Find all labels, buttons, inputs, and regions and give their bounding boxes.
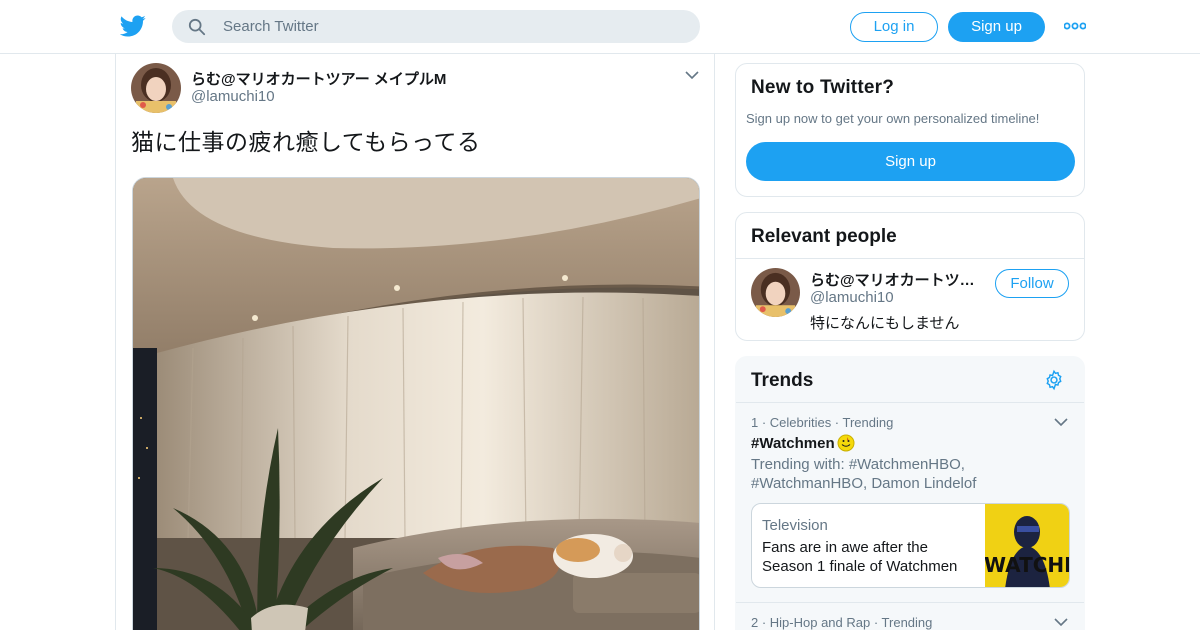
story-category: Television — [762, 517, 828, 534]
trends-card: Trends 1 · Celebrities · Trending #Watch… — [735, 356, 1085, 630]
tweet-text: 猫に仕事の疲れ癒してもらってる — [131, 129, 481, 155]
divider — [736, 258, 1084, 259]
chevron-down-icon[interactable] — [1054, 417, 1068, 427]
relevant-people-card: Relevant people らむ@マリオカートツ… @lamuchi10 特… — [735, 212, 1085, 341]
watchmen-smiley-icon — [837, 434, 855, 452]
trend-meta: 2 · Hip-Hop and Rap · Trending — [751, 615, 933, 630]
avatar[interactable] — [751, 268, 800, 317]
twitter-bird-icon[interactable] — [120, 13, 146, 39]
new-to-twitter-card: New to Twitter? Sign up now to get your … — [735, 63, 1085, 197]
gear-icon[interactable] — [1043, 369, 1065, 391]
search-icon — [188, 18, 206, 36]
signup-button-large[interactable]: Sign up — [746, 142, 1075, 181]
trend-story-card[interactable]: Television Fans are in awe after the Sea… — [751, 503, 1070, 588]
trend-item-watchmen[interactable]: #Watchmen — [751, 434, 855, 452]
chevron-down-icon[interactable] — [684, 69, 700, 81]
tweet-photo[interactable] — [132, 177, 700, 630]
follow-button[interactable]: Follow — [995, 269, 1069, 298]
tweet-card: らむ@マリオカートツアー メイプルM @lamuchi10 猫に仕事の疲れ癒して… — [115, 54, 715, 630]
story-thumbnail-text: WATCHMEN — [985, 553, 1070, 577]
story-thumbnail: WATCHMEN — [985, 504, 1070, 587]
new-to-twitter-title: New to Twitter? — [751, 77, 895, 98]
login-button[interactable]: Log in — [850, 12, 938, 42]
tweet-author-name[interactable]: らむ@マリオカートツアー メイプルM — [191, 68, 446, 89]
person-bio: 特になんにもしません — [810, 315, 960, 332]
divider — [736, 602, 1084, 603]
search-input[interactable]: Search Twitter — [223, 18, 319, 35]
chevron-down-icon[interactable] — [1054, 617, 1068, 627]
divider — [736, 402, 1084, 403]
trends-title: Trends — [751, 370, 814, 391]
trend-name[interactable]: #Watchmen — [751, 435, 835, 452]
person-handle[interactable]: @lamuchi10 — [810, 289, 894, 306]
relevant-people-title: Relevant people — [751, 226, 897, 247]
story-headline[interactable]: Fans are in awe after the Season 1 final… — [762, 538, 977, 576]
signup-button[interactable]: Sign up — [948, 12, 1045, 42]
avatar[interactable] — [131, 63, 181, 113]
new-to-twitter-subtitle: Sign up now to get your own personalized… — [746, 111, 1040, 126]
top-navigation-bar: Search Twitter Log in Sign up — [0, 0, 1200, 54]
search-bar[interactable]: Search Twitter — [172, 10, 700, 43]
tweet-author-handle[interactable]: @lamuchi10 — [191, 88, 275, 105]
trend-meta: 1 · Celebrities · Trending — [751, 415, 894, 430]
trend-trending-with: Trending with: #WatchmenHBO, #WatchmanHB… — [751, 456, 977, 492]
more-dots-icon[interactable] — [1064, 17, 1086, 35]
person-name[interactable]: らむ@マリオカートツ… — [810, 269, 980, 290]
